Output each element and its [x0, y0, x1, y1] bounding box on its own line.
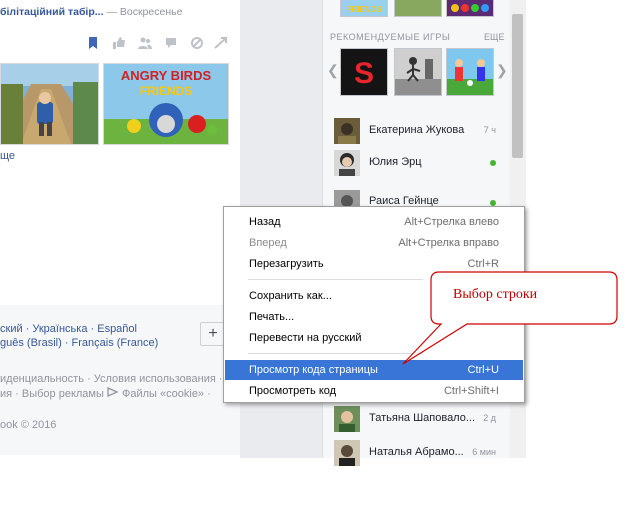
menu-item-inspect[interactable]: Просмотреть код Ctrl+Shift+I	[225, 381, 523, 401]
bookmark-icon[interactable]	[86, 36, 100, 50]
friend-name: Юлия Эрц	[369, 156, 422, 168]
chat-friend-item[interactable]: Екатерина Жукова 7 ч	[334, 116, 506, 144]
cookies-link[interactable]: Файлы «cookie» ·	[122, 388, 211, 400]
chat-friend-item[interactable]: Татьяна Шаповало... 2 д	[334, 404, 506, 432]
post-actions-bar	[0, 36, 238, 54]
friend-last-active: 7 ч	[483, 125, 496, 135]
scrollbar-thumb[interactable]	[512, 14, 523, 158]
game-tile-football[interactable]	[446, 48, 494, 96]
friend-last-active: 6 мин	[472, 447, 496, 457]
game-tile-stickman[interactable]	[394, 48, 442, 96]
recommended-games-title: РЕКОМЕНДУЕМЫЕ ИГРЫ	[330, 32, 451, 42]
like-icon[interactable]	[112, 36, 126, 50]
callout-text: Выбор строки	[453, 287, 538, 302]
language-links-row2[interactable]: guês (Brasil) · Français (France)	[0, 337, 158, 349]
friend-name: Екатерина Жукова	[369, 124, 465, 136]
game-thumbnail-angry-birds[interactable]: ANGRY BIRDS FRIENDS	[103, 63, 229, 145]
ad-choices-icon	[107, 386, 119, 398]
chevron-left-icon[interactable]: ❮	[327, 62, 339, 79]
top-game-label: FRIENDS	[346, 5, 382, 14]
copyright-text: ook © 2016	[0, 419, 57, 431]
svg-text:ANGRY BIRDS: ANGRY BIRDS	[121, 68, 212, 83]
comment-icon[interactable]	[164, 36, 178, 50]
game-tile-top-3[interactable]	[446, 0, 494, 17]
post-source-link[interactable]: білітаційний табір...	[0, 6, 104, 18]
svg-text:S: S	[354, 57, 374, 90]
menu-item-forward[interactable]: Вперед Alt+Стрелка вправо	[225, 233, 523, 253]
svg-text:FRIENDS: FRIENDS	[140, 84, 193, 98]
chevron-right-icon[interactable]: ❯	[496, 62, 508, 79]
post-date[interactable]: — Воскресенье	[106, 6, 182, 18]
share-icon[interactable]	[214, 36, 228, 50]
language-links-row1[interactable]: ский · Українська · Español	[0, 323, 137, 335]
game-tile-top-1[interactable]: FRIENDS	[340, 0, 388, 17]
footer-links-row1[interactable]: иденциальность · Условия использования ·	[0, 373, 223, 385]
chat-friend-item[interactable]: Наталья Абрамо... 6 мин	[334, 438, 506, 466]
friend-last-active: 2 д	[483, 413, 496, 423]
menu-item-back[interactable]: Назад Alt+Стрелка влево	[225, 212, 523, 232]
people-icon[interactable]	[138, 36, 152, 50]
games-more-link[interactable]: ЕЩЕ	[484, 32, 504, 42]
more-link[interactable]: ще	[0, 150, 15, 162]
game-thumbnail-runner[interactable]	[0, 63, 99, 145]
avatar	[334, 440, 360, 466]
online-status-icon	[490, 160, 496, 166]
post-header: білітаційний табір... — Воскресенье	[0, 6, 238, 18]
avatar	[334, 150, 360, 176]
avatar	[334, 118, 360, 144]
block-icon[interactable]	[190, 36, 204, 50]
friend-name: Татьяна Шаповало...	[369, 412, 476, 424]
game-tile-top-2[interactable]	[394, 0, 442, 17]
chat-friend-item[interactable]: Юлия Эрц	[334, 148, 506, 176]
avatar	[334, 406, 360, 432]
game-tile-snake[interactable]: S	[340, 48, 388, 96]
footer-links-row2: ия · Выбор рекламы Файлы «cookie» ·	[0, 386, 211, 400]
ad-choices-link[interactable]: ия · Выбор рекламы	[0, 388, 104, 400]
friend-name: Наталья Абрамо...	[369, 446, 464, 458]
callout-bubble	[402, 271, 618, 365]
